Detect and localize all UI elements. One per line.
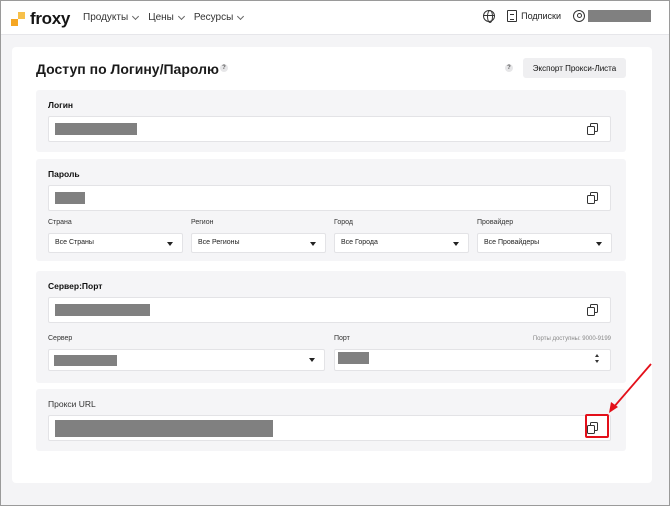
annotation-arrow-icon (609, 363, 652, 413)
